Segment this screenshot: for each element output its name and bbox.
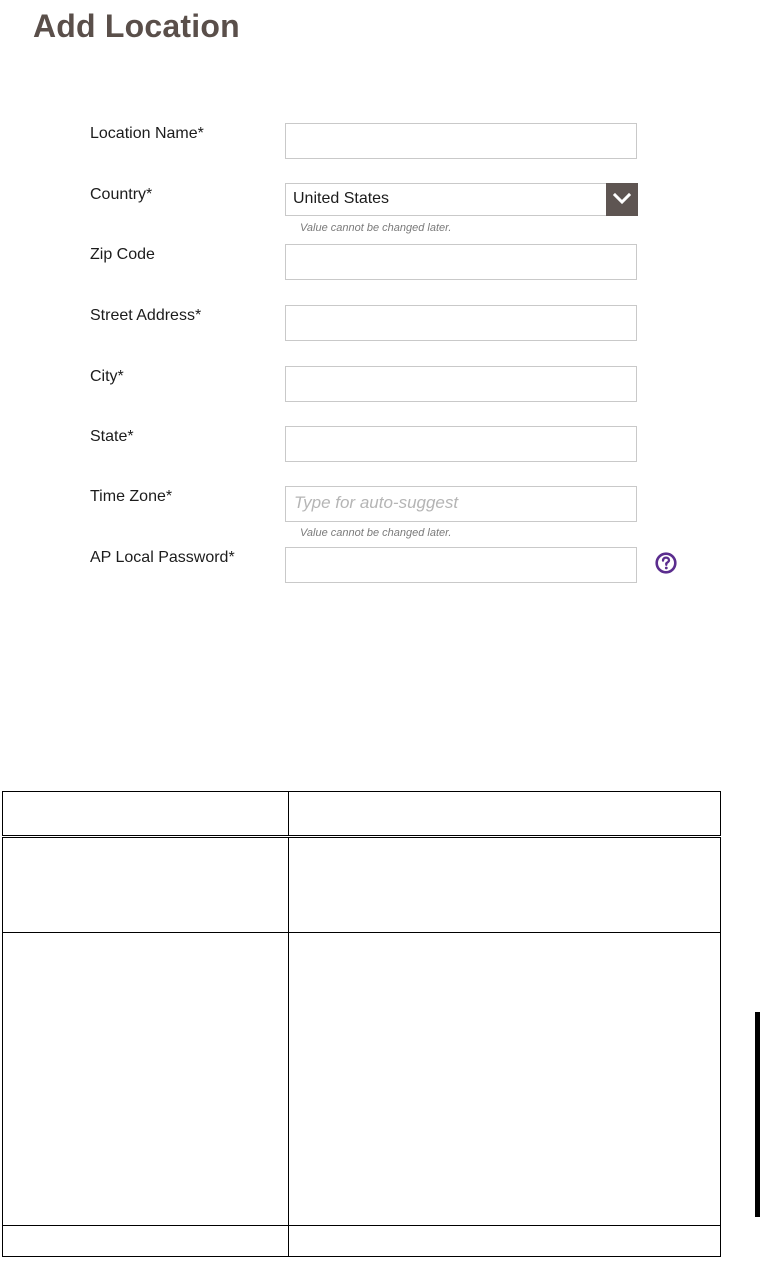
time-zone-label: Time Zone* <box>90 488 173 505</box>
add-location-page: Add Location Location Name* Country* Uni… <box>0 0 760 1268</box>
country-selected-value: United States <box>293 190 390 207</box>
table-header-cell <box>2 791 289 838</box>
document-table <box>2 791 721 1257</box>
state-input[interactable] <box>285 426 637 462</box>
table-cell <box>288 1225 721 1257</box>
table-row <box>2 1225 721 1257</box>
table-cell <box>288 836 721 933</box>
country-hint: Value cannot be changed later. <box>300 222 452 234</box>
page-title: Add Location <box>33 8 240 44</box>
time-zone-input[interactable] <box>285 486 637 522</box>
table-cell <box>2 836 289 933</box>
table-cell <box>2 1225 289 1257</box>
chevron-down-icon <box>613 192 631 205</box>
help-button[interactable] <box>655 552 677 574</box>
city-label: City* <box>90 368 124 385</box>
table-row <box>2 836 721 933</box>
ap-password-label: AP Local Password* <box>90 549 235 566</box>
country-label: Country* <box>90 186 153 203</box>
zip-code-input[interactable] <box>285 244 637 280</box>
state-label: State* <box>90 428 134 445</box>
country-dropdown-button[interactable] <box>606 183 638 216</box>
street-address-input[interactable] <box>285 305 637 341</box>
location-name-label: Location Name* <box>90 125 204 142</box>
street-address-label: Street Address* <box>90 307 202 324</box>
table-cell <box>288 932 721 1226</box>
table-cell <box>2 932 289 1226</box>
table-header-cell <box>288 791 721 838</box>
table-row <box>2 932 721 1226</box>
city-input[interactable] <box>285 366 637 402</box>
location-name-input[interactable] <box>285 123 637 159</box>
zip-code-label: Zip Code <box>90 246 155 263</box>
time-zone-hint: Value cannot be changed later. <box>300 527 452 539</box>
ap-password-input[interactable] <box>285 547 637 583</box>
country-select[interactable]: United States <box>285 183 638 216</box>
question-circle-icon <box>655 552 677 574</box>
page-edge-marker <box>755 1012 760 1217</box>
